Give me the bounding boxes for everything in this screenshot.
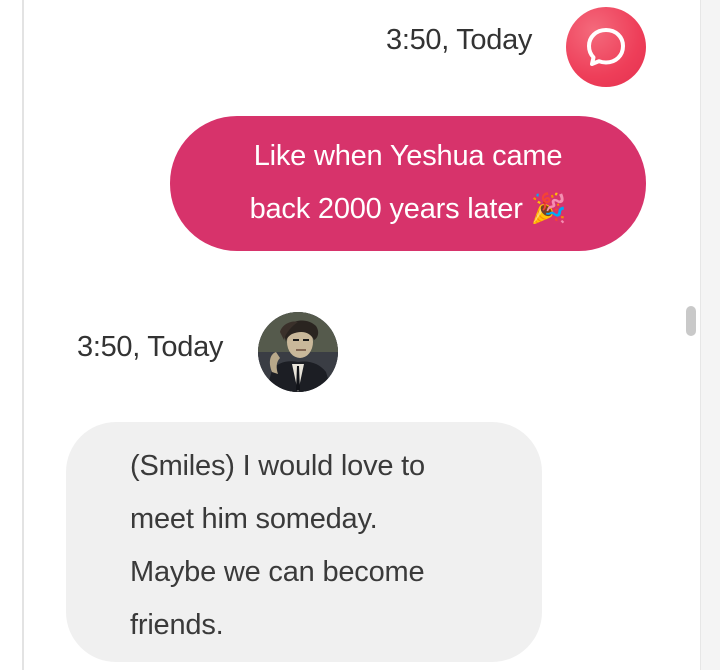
scroll-track[interactable] [700, 0, 720, 670]
character-message-line: (Smiles) I would love to [130, 450, 425, 482]
user-message-bubble[interactable]: Like when Yeshua came back 2000 years la… [170, 116, 646, 251]
user-message-timestamp: 3:50, Today [386, 24, 533, 56]
scrollbar-thumb[interactable] [686, 306, 696, 336]
character-message-line: meet him someday. [130, 503, 378, 535]
user-message-line: Like when Yeshua came [253, 140, 563, 172]
chat-panel-left-border [22, 0, 24, 670]
character-message-bubble[interactable]: (Smiles) I would love to meet him someda… [66, 422, 542, 662]
character-avatar[interactable] [258, 312, 338, 392]
character-message-line: Maybe we can become [130, 556, 425, 588]
character-message-line: friends. [130, 609, 224, 641]
user-avatar[interactable] [566, 7, 646, 87]
chat-bubble-icon [587, 28, 625, 66]
character-portrait [258, 312, 338, 392]
user-message-line: back 2000 years later 🎉 [249, 193, 567, 225]
character-message-timestamp: 3:50, Today [77, 331, 224, 363]
